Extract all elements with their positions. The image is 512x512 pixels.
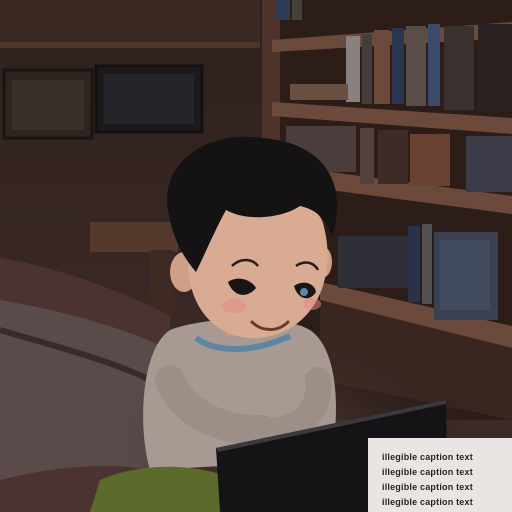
- caption-line: illegible caption text: [382, 482, 473, 492]
- caption-line: illegible caption text: [382, 452, 473, 462]
- caption-line: illegible caption text: [382, 497, 473, 507]
- wall-picture-right: [94, 64, 204, 134]
- scene-illustration: [0, 0, 512, 512]
- caption-line: illegible caption text: [382, 467, 473, 477]
- upper-shelf: [0, 0, 260, 48]
- wall-picture-left: [2, 68, 94, 140]
- caption-overlay: illegible caption text illegible caption…: [368, 438, 512, 512]
- side-table: [90, 222, 178, 252]
